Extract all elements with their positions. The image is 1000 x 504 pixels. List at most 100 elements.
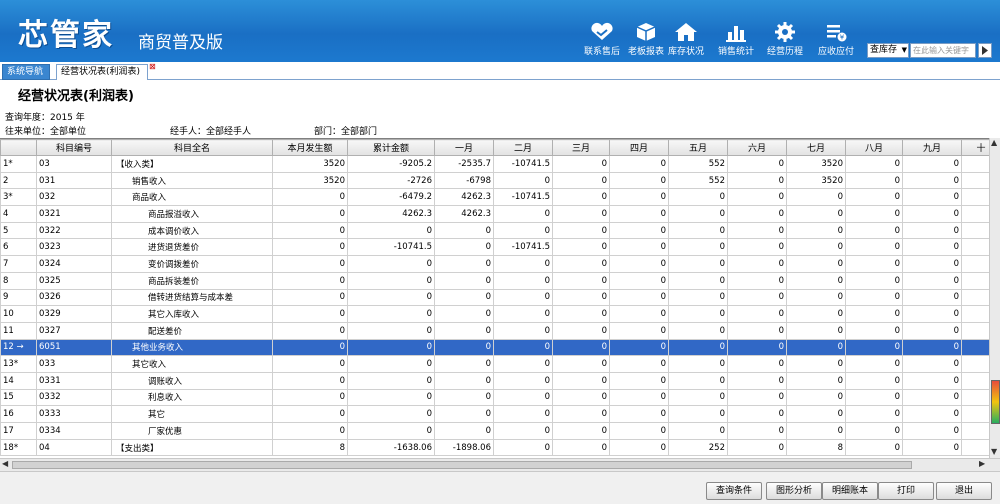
amount-cell: 0: [727, 438, 787, 457]
amount-cell: 0: [272, 305, 348, 323]
amount-cell: 3520: [786, 155, 846, 173]
amount-cell: 0: [902, 321, 962, 340]
table-row[interactable]: 13* 033 其它收入 0 0 0 0 0 0 0 0 0 0 0: [0, 355, 989, 373]
chart-analysis-button[interactable]: 图形分析: [766, 482, 822, 500]
column-header[interactable]: 五月: [668, 139, 728, 156]
toolbar-button-support[interactable]: 联系售后: [580, 20, 624, 60]
close-icon[interactable]: ⊠: [149, 62, 156, 71]
amount-cell: 0: [786, 388, 846, 407]
column-header[interactable]: 本月发生额: [272, 139, 348, 156]
scroll-down-icon[interactable]: ▼: [991, 447, 997, 456]
toolbar-button-receivables[interactable]: ¥ 应收应付: [814, 20, 858, 60]
table-row[interactable]: 12 → 6051 其他业务收入 0 0 0 0 0 0 0 0 0 0 0: [0, 338, 989, 357]
amount-cell: 0: [609, 388, 669, 407]
column-header[interactable]: 累计金额: [347, 139, 435, 156]
scroll-right-icon[interactable]: ▶: [979, 459, 985, 468]
amount-cell: 0: [727, 171, 787, 190]
amount-cell: 0: [668, 288, 728, 307]
toolbar-button-boss-report[interactable]: 老板报表: [624, 20, 668, 60]
account-name: 成本调价收入: [111, 221, 273, 240]
scroll-thumb[interactable]: [12, 461, 912, 469]
column-header[interactable]: 科目全名: [111, 139, 273, 156]
table-row[interactable]: 10 0329 其它入库收入 0 0 0 0 0 0 0 0 0 0 0: [0, 305, 989, 323]
column-header[interactable]: 九月: [902, 139, 962, 156]
amount-cell: 0: [272, 371, 348, 390]
amount-cell: 0: [727, 238, 787, 257]
table-row[interactable]: 14 0331 调账收入 0 0 0 0 0 0 0 0 0 0 0: [0, 371, 989, 390]
column-header[interactable]: 七月: [786, 139, 846, 156]
unit-filter: 往来单位：全部单位: [5, 127, 87, 137]
scroll-up-icon[interactable]: ▲: [991, 138, 997, 147]
search-input[interactable]: 在此输入关键字: [910, 43, 976, 58]
amount-cell: 0: [902, 371, 962, 390]
row-index: 12 →: [0, 338, 37, 357]
table-row[interactable]: 7 0324 变价调拨差价 0 0 0 0 0 0 0 0 0 0 0: [0, 255, 989, 273]
table-row[interactable]: 2 031 销售收入 3520 -2726 -6798 0 0 0 552 0 3520 0 0: [0, 171, 989, 190]
amount-cell: [961, 271, 989, 290]
toolbar-label: 经营历程: [766, 47, 803, 57]
amount-cell: 0: [272, 405, 348, 423]
tab-profit-statement[interactable]: 经营状况表(利润表): [56, 64, 148, 80]
amount-cell: 0: [845, 221, 903, 240]
amount-cell: 0: [347, 355, 435, 373]
column-header[interactable]: 十: [961, 139, 989, 156]
column-header[interactable]: 六月: [727, 139, 787, 156]
search-button[interactable]: [978, 43, 992, 58]
column-header[interactable]: [0, 139, 37, 156]
amount-cell: 8: [272, 438, 348, 457]
column-header[interactable]: 二月: [493, 139, 553, 156]
amount-cell: 0: [552, 171, 610, 190]
print-button[interactable]: 打印: [878, 482, 934, 500]
column-header[interactable]: 三月: [552, 139, 610, 156]
search-category-select[interactable]: 查库存: [867, 43, 909, 58]
home-icon: [675, 23, 697, 41]
column-header[interactable]: 科目编号: [36, 139, 112, 156]
table-row[interactable]: 4 0321 商品报溢收入 0 4262.3 4262.3 0 0 0 0 0 0 0 0: [0, 205, 989, 223]
amount-cell: 0: [552, 221, 610, 240]
table-row[interactable]: 17 0334 厂家优惠 0 0 0 0 0 0 0 0 0 0 0: [0, 422, 989, 440]
column-header[interactable]: 一月: [434, 139, 494, 156]
table-row[interactable]: 6 0323 进货退货差价 0 -10741.5 0 -10741.5 0 0 0 0 0 0 0: [0, 238, 989, 257]
exit-button[interactable]: 退出: [936, 482, 992, 500]
table-row[interactable]: 8 0325 商品拆装差价 0 0 0 0 0 0 0 0 0 0 0: [0, 271, 989, 290]
table-row[interactable]: 18* 04 【支出类】 8 -1638.06 -1898.06 0 0 0 252 0 8 0 0: [0, 438, 989, 457]
table-row[interactable]: 5 0322 成本调价收入 0 0 0 0 0 0 0 0 0 0 0: [0, 221, 989, 240]
scroll-left-icon[interactable]: ◀: [2, 459, 8, 468]
amount-cell: 0: [434, 255, 494, 273]
amount-cell: -2535.7: [434, 155, 494, 173]
table-row[interactable]: 11 0327 配送差价 0 0 0 0 0 0 0 0 0 0 0: [0, 321, 989, 340]
amount-cell: -1898.06: [434, 438, 494, 457]
amount-cell: 0: [727, 288, 787, 307]
amount-cell: 0: [493, 271, 553, 290]
query-conditions-button[interactable]: 查询条件: [706, 482, 762, 500]
amount-cell: [961, 405, 989, 423]
amount-cell: 0: [552, 188, 610, 207]
account-name: 厂家优惠: [111, 422, 273, 440]
amount-cell: 0: [668, 271, 728, 290]
toolbar-button-sales-stats[interactable]: 销售统计: [714, 20, 758, 60]
amount-cell: 4262.3: [347, 205, 435, 223]
amount-cell: 3520: [272, 155, 348, 173]
toolbar-button-history[interactable]: 经营历程: [763, 20, 807, 60]
table-row[interactable]: 9 0326 借转进货结算与成本差 0 0 0 0 0 0 0 0 0 0 0: [0, 288, 989, 307]
app-header: 芯管家 商贸普及版 联系售后 老板报表 库存状况 销售统计 经营历程 ¥ 应收应…: [0, 0, 1000, 62]
toolbar-button-inventory[interactable]: 库存状况: [664, 20, 708, 60]
account-name: 利息收入: [111, 388, 273, 407]
profit-table: 科目编号 科目全名 本月发生额 累计金额 一月 二月 三月 四月 五月 六月 七月 八月 九月十 1* 0…: [0, 138, 989, 458]
amount-cell: 0: [552, 155, 610, 173]
arrow-right-icon: [982, 46, 988, 55]
row-index: 13*: [0, 355, 37, 373]
amount-cell: 0: [552, 371, 610, 390]
detail-ledger-button[interactable]: 明细账本: [822, 482, 878, 500]
column-header[interactable]: 四月: [609, 139, 669, 156]
table-row[interactable]: 3* 032 商品收入 0 -6479.2 4262.3 -10741.5 0 0 0 0 0 0 0: [0, 188, 989, 207]
column-header[interactable]: 八月: [845, 139, 903, 156]
query-year: 查询年度：2015 年: [5, 113, 85, 123]
table-row[interactable]: 1* 03 【收入类】 3520 -9205.2 -2535.7 -10741.5 0 0 552…: [0, 155, 989, 173]
horizontal-scrollbar[interactable]: ◀ ▶: [0, 458, 1000, 471]
tab-system-nav[interactable]: 系统导航: [2, 64, 50, 80]
table-row[interactable]: 16 0333 其它 0 0 0 0 0 0 0 0 0 0 0: [0, 405, 989, 423]
amount-cell: 0: [552, 355, 610, 373]
amount-cell: 0: [609, 438, 669, 457]
table-row[interactable]: 15 0332 利息收入 0 0 0 0 0 0 0 0 0 0 0: [0, 388, 989, 407]
